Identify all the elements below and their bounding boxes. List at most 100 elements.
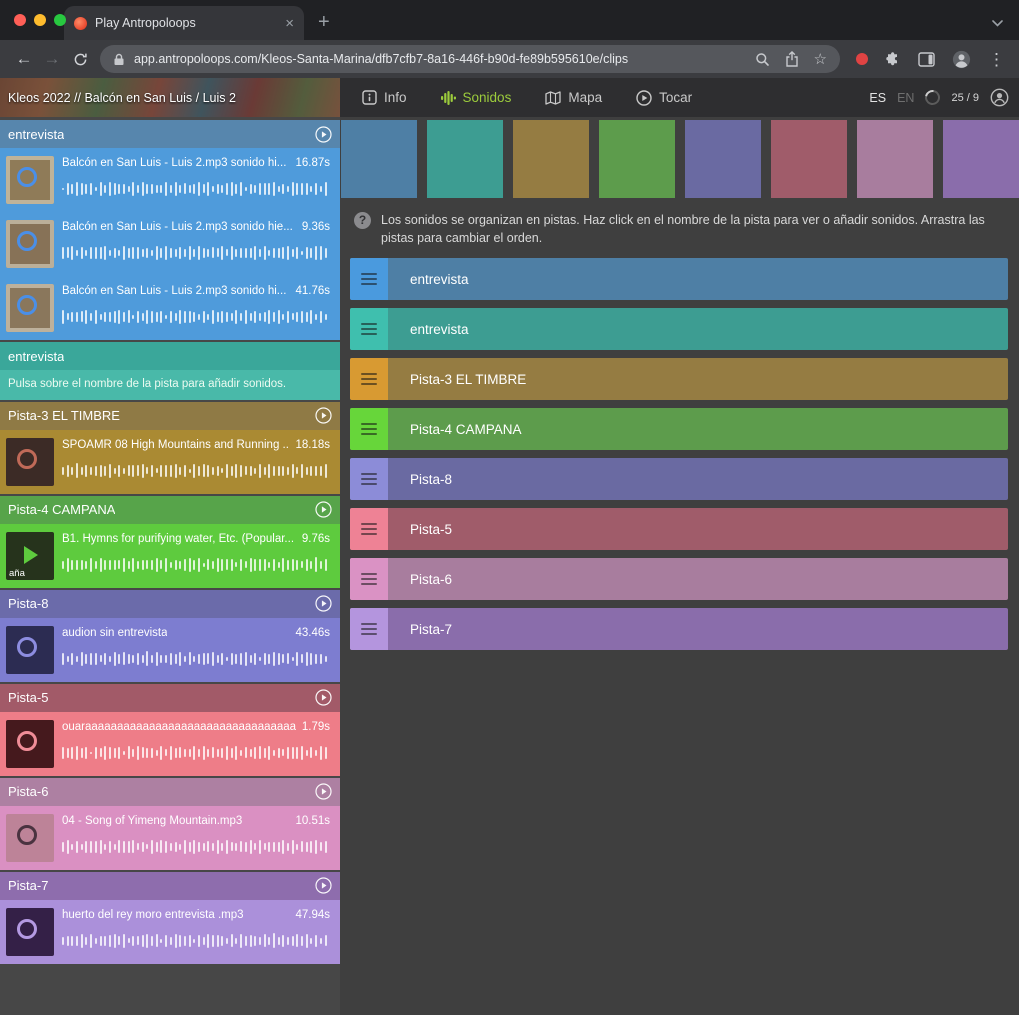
tab-close-icon[interactable]: × <box>285 16 294 31</box>
track-play-button[interactable] <box>315 689 332 706</box>
tab-info-label: Info <box>384 90 407 105</box>
clip-title: huerto del rey moro entrevista .mp3 <box>62 908 244 923</box>
drag-handle-icon[interactable] <box>350 258 388 300</box>
drag-handle-icon[interactable] <box>350 458 388 500</box>
drag-handle-icon[interactable] <box>350 608 388 650</box>
clip[interactable]: aña B1. Hymns for purifying water, Etc. … <box>0 524 340 588</box>
track-color-swatch[interactable] <box>513 120 589 198</box>
track-color-swatch[interactable] <box>771 120 847 198</box>
track-play-button[interactable] <box>315 501 332 518</box>
track-play-button[interactable] <box>315 407 332 424</box>
waveform[interactable] <box>62 738 330 768</box>
clip-body: Balcón en San Luis - Luis 2.mp3 sonido h… <box>62 156 330 204</box>
lang-en-toggle[interactable]: EN <box>897 91 914 105</box>
clip-duration: 1.79s <box>302 720 330 735</box>
clip-title: Balcón en San Luis - Luis 2.mp3 sonido h… <box>62 220 293 235</box>
track-play-button[interactable] <box>315 877 332 894</box>
clip-title: Balcón en San Luis - Luis 2.mp3 sonido h… <box>62 284 286 299</box>
reload-button[interactable] <box>66 45 94 73</box>
tab-tocar[interactable]: Tocar <box>636 90 692 106</box>
account-icon[interactable] <box>990 88 1009 107</box>
project-breadcrumb[interactable]: Kleos 2022 // Balcón en San Luis / Luis … <box>0 78 340 117</box>
track-header-pista-3[interactable]: Pista-3 EL TIMBRE <box>0 402 340 430</box>
breadcrumb[interactable]: Kleos 2022 // Balcón en San Luis / Luis … <box>0 91 244 105</box>
share-icon[interactable] <box>785 51 799 67</box>
track-header-pista-6[interactable]: Pista-6 <box>0 778 340 806</box>
help-icon[interactable]: ? <box>354 212 371 229</box>
forward-button[interactable]: → <box>38 45 66 73</box>
play-circle-icon <box>636 90 652 106</box>
waveform[interactable] <box>62 644 330 674</box>
side-panel-icon[interactable] <box>918 52 935 67</box>
url-text[interactable]: app.antropoloops.com/Kleos-Santa-Marina/… <box>134 52 746 66</box>
clip[interactable]: SPOAMR 08 High Mountains and Running ...… <box>0 430 340 494</box>
track-play-button[interactable] <box>315 783 332 800</box>
track-header-pista-8[interactable]: Pista-8 <box>0 590 340 618</box>
lock-icon[interactable] <box>113 53 125 66</box>
browser-tab[interactable]: Play Antropoloops × <box>64 6 304 40</box>
waveform[interactable] <box>62 550 330 580</box>
waveform[interactable] <box>62 456 330 486</box>
recording-extension-icon[interactable] <box>856 53 868 65</box>
close-window-button[interactable] <box>14 14 26 26</box>
drag-handle-icon[interactable] <box>350 408 388 450</box>
drag-handle-icon[interactable] <box>350 508 388 550</box>
drag-handle-icon[interactable] <box>350 358 388 400</box>
track-row-pista-4[interactable]: Pista-4 CAMPANA <box>350 408 1008 450</box>
clip-duration: 9.76s <box>302 532 330 547</box>
track-header-pista-5[interactable]: Pista-5 <box>0 684 340 712</box>
waveform[interactable] <box>62 832 330 862</box>
clip[interactable]: huerto del rey moro entrevista .mp3 47.9… <box>0 900 340 964</box>
track-color-swatch[interactable] <box>857 120 933 198</box>
track-header-pista-4[interactable]: Pista-4 CAMPANA <box>0 496 340 524</box>
new-tab-button[interactable]: + <box>318 12 330 32</box>
drag-handle-icon[interactable] <box>350 308 388 350</box>
minimize-window-button[interactable] <box>34 14 46 26</box>
clip-duration: 9.36s <box>302 220 330 235</box>
track-row-pista-5[interactable]: Pista-5 <box>350 508 1008 550</box>
clip[interactable]: 04 - Song of Yimeng Mountain.mp3 10.51s <box>0 806 340 870</box>
tab-info[interactable]: Info <box>362 90 407 105</box>
tab-search-chevron-icon[interactable] <box>992 20 1003 27</box>
clip[interactable]: audion sin entrevista 43.46s <box>0 618 340 682</box>
waveform[interactable] <box>62 174 330 204</box>
track-row-pista-6[interactable]: Pista-6 <box>350 558 1008 600</box>
maximize-window-button[interactable] <box>54 14 66 26</box>
clip[interactable]: Balcón en San Luis - Luis 2.mp3 sonido h… <box>0 148 340 212</box>
lang-es-toggle[interactable]: ES <box>869 91 886 105</box>
clip-duration: 18.18s <box>295 438 330 453</box>
tab-mapa[interactable]: Mapa <box>545 90 602 105</box>
track-row-entrevista[interactable]: entrevista <box>350 258 1008 300</box>
drag-handle-icon[interactable] <box>350 558 388 600</box>
track-color-swatch[interactable] <box>341 120 417 198</box>
clip[interactable]: Balcón en San Luis - Luis 2.mp3 sonido h… <box>0 212 340 276</box>
extensions-puzzle-icon[interactable] <box>885 51 901 67</box>
waveform[interactable] <box>62 926 330 956</box>
track-color-swatch[interactable] <box>427 120 503 198</box>
track-header-entrevista[interactable]: entrevista <box>0 120 340 148</box>
track-name: entrevista <box>8 349 64 364</box>
back-button[interactable]: ← <box>10 45 38 73</box>
track-row-pista-3[interactable]: Pista-3 EL TIMBRE <box>350 358 1008 400</box>
address-bar[interactable]: app.antropoloops.com/Kleos-Santa-Marina/… <box>100 45 840 73</box>
track-color-swatch[interactable] <box>599 120 675 198</box>
track-play-button[interactable] <box>315 126 332 143</box>
clip[interactable]: ouaraaaaaaaaaaaaaaaaaaaaaaaaaaaaaaaaa...… <box>0 712 340 776</box>
track-color-swatch[interactable] <box>685 120 761 198</box>
track-row-entrevista-2[interactable]: entrevista <box>350 308 1008 350</box>
track-header-pista-7[interactable]: Pista-7 <box>0 872 340 900</box>
clip[interactable]: Balcón en San Luis - Luis 2.mp3 sonido h… <box>0 276 340 340</box>
track-color-swatch[interactable] <box>943 120 1019 198</box>
waveform[interactable] <box>62 302 330 332</box>
tab-sonidos[interactable]: Sonidos <box>441 90 512 105</box>
clip-thumbnail <box>6 720 54 768</box>
bookmark-star-icon[interactable]: ☆ <box>814 52 827 67</box>
track-row-pista-7[interactable]: Pista-7 <box>350 608 1008 650</box>
waveform[interactable] <box>62 238 330 268</box>
track-play-button[interactable] <box>315 595 332 612</box>
browser-profile-avatar[interactable] <box>952 50 971 69</box>
zoom-icon[interactable] <box>755 52 770 67</box>
browser-menu-kebab-icon[interactable]: ⋮ <box>988 51 1005 68</box>
track-row-pista-8[interactable]: Pista-8 <box>350 458 1008 500</box>
track-header-entrevista-2[interactable]: entrevista <box>0 342 340 370</box>
